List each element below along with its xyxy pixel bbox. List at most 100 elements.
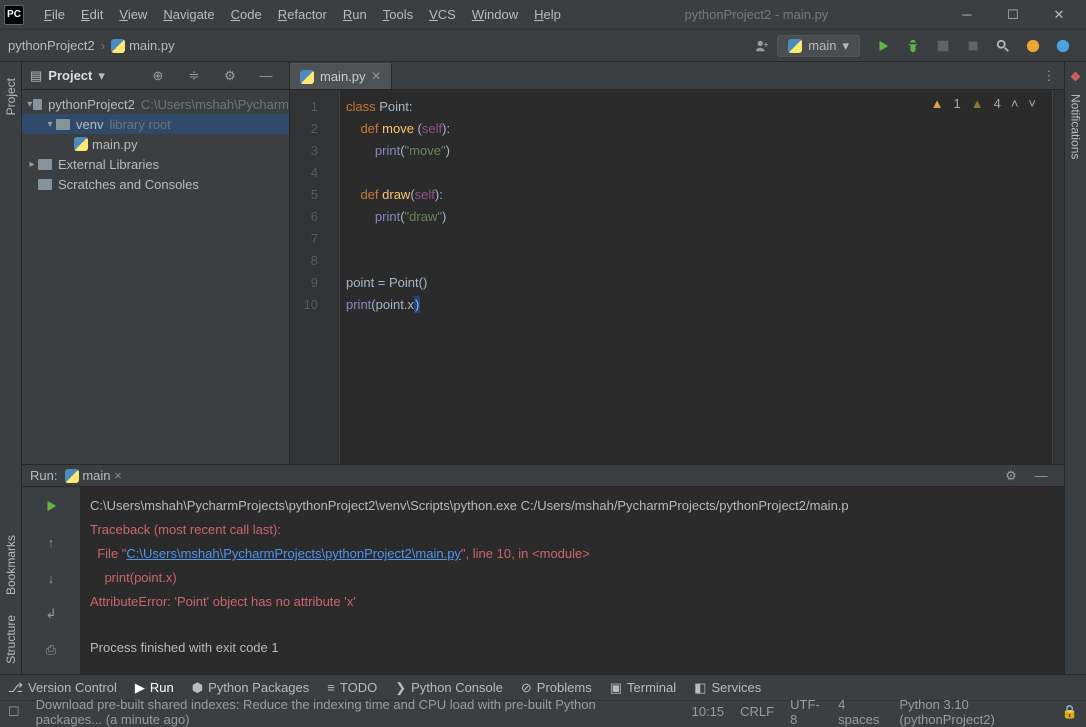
search-everywhere-button[interactable] <box>990 33 1016 59</box>
side-tab-notifications[interactable]: Notifications <box>1067 84 1085 169</box>
menu-window[interactable]: Window <box>464 7 526 22</box>
chevron-down-icon[interactable]: ▾ <box>98 68 105 84</box>
ide-update-button[interactable] <box>1020 33 1046 59</box>
menu-help[interactable]: Help <box>526 7 569 22</box>
tool-python-packages[interactable]: ⬢Python Packages <box>192 680 310 696</box>
exit-line: Process finished with exit code 1 <box>90 640 279 655</box>
breadcrumb-file[interactable]: main.py <box>129 38 175 53</box>
gear-icon[interactable]: ⚙ <box>217 63 243 89</box>
tool-services[interactable]: ◧Services <box>694 680 761 696</box>
editor-menu-icon[interactable]: ⋮ <box>1036 63 1062 89</box>
tree-scratches-and-consoles[interactable]: Scratches and Consoles <box>22 174 289 194</box>
todo-icon: ≡ <box>327 680 335 695</box>
close-tab-icon[interactable]: × <box>372 69 381 85</box>
coverage-button[interactable] <box>930 33 956 59</box>
workspace: Project Bookmarks Structure ▤ Project ▾ … <box>0 62 1086 674</box>
run-button[interactable] <box>870 33 896 59</box>
hide-icon[interactable]: — <box>253 63 279 89</box>
menu-code[interactable]: Code <box>223 7 270 22</box>
print-button[interactable]: ⎙ <box>38 637 64 663</box>
editor-body[interactable]: 12345678910 class Point: def move (self)… <box>290 90 1064 464</box>
lock-icon[interactable]: 🔒 <box>1062 704 1078 720</box>
window-title: pythonProject2 - main.py <box>569 7 944 22</box>
maximize-button[interactable]: ☐ <box>990 0 1036 30</box>
side-tab-project[interactable]: Project <box>2 68 20 125</box>
tool-python-console[interactable]: ❯Python Console <box>395 680 503 696</box>
indent-widget[interactable]: 4 spaces <box>838 697 883 727</box>
branch-icon: ⎇ <box>8 680 23 696</box>
close-button[interactable]: ✕ <box>1036 0 1082 30</box>
chevron-down-icon[interactable]: ˅ <box>1028 96 1036 111</box>
left-tool-strip: Project Bookmarks Structure <box>0 62 22 674</box>
error-stripe <box>1052 90 1064 464</box>
interpreter-widget[interactable]: Python 3.10 (pythonProject2) <box>899 697 1045 727</box>
file-encoding[interactable]: UTF-8 <box>790 697 822 727</box>
menu-edit[interactable]: Edit <box>73 7 111 22</box>
right-tool-strip: ◆ Notifications <box>1064 62 1086 674</box>
file-prefix: File " <box>90 546 126 561</box>
down-button[interactable]: ↓ <box>38 565 64 591</box>
run-settings-icon[interactable]: ⚙ <box>998 463 1024 489</box>
fold-gutter <box>326 90 340 464</box>
stop-run-button[interactable]: ↑ <box>38 529 64 555</box>
error-call: print(point.x) <box>90 570 177 585</box>
chevron-up-icon[interactable]: ˄ <box>1011 96 1019 111</box>
menu-vcs[interactable]: VCS <box>421 7 464 22</box>
menu-tools[interactable]: Tools <box>375 7 421 22</box>
tab-main-py[interactable]: main.py × <box>290 63 392 89</box>
play-icon: ▶ <box>135 680 145 696</box>
trash-button[interactable]: 🗑 <box>38 673 64 674</box>
tree-main-py[interactable]: main.py <box>22 134 289 154</box>
add-user-icon[interactable] <box>749 33 775 59</box>
warning-icon: ▲ <box>931 96 944 111</box>
project-tree[interactable]: ▾pythonProject2C:\Users\mshah\Pycharm▾ve… <box>22 90 289 198</box>
status-hint[interactable]: Download pre-built shared indexes: Reduc… <box>36 697 660 727</box>
rerun-button[interactable] <box>38 493 64 519</box>
side-tab-structure[interactable]: Structure <box>2 605 20 674</box>
soft-wrap-button[interactable]: ↲ <box>38 601 64 627</box>
run-config-selector[interactable]: main ▾ <box>777 35 860 57</box>
tab-label: main.py <box>320 69 366 84</box>
line-separator[interactable]: CRLF <box>740 704 774 719</box>
menu-view[interactable]: View <box>111 7 155 22</box>
run-toolbar: ↑ ↓ ↲ ⎙ 🗑 <box>22 487 80 674</box>
traceback-head: Traceback (most recent call last): <box>90 522 281 537</box>
tool-terminal[interactable]: ▣Terminal <box>610 680 676 696</box>
menu-refactor[interactable]: Refactor <box>270 7 335 22</box>
python-icon <box>65 469 79 483</box>
tree-external-libraries[interactable]: ▸External Libraries <box>22 154 289 174</box>
minimize-button[interactable]: ─ <box>944 0 990 30</box>
file-link[interactable]: C:\Users\mshah\PycharmProjects\pythonPro… <box>126 546 461 561</box>
chevron-down-icon: ▾ <box>842 38 849 54</box>
status-icon[interactable]: ☐ <box>8 704 20 720</box>
tree-pythonproject2[interactable]: ▾pythonProject2C:\Users\mshah\Pycharm <box>22 94 289 114</box>
run-output[interactable]: C:\Users\mshah\PycharmProjects\pythonPro… <box>80 487 1064 674</box>
tool-run[interactable]: ▶Run <box>135 680 174 696</box>
tree-venv[interactable]: ▾venvlibrary root <box>22 114 289 134</box>
tool-version-control[interactable]: ⎇Version Control <box>8 680 117 696</box>
debug-button[interactable] <box>900 33 926 59</box>
breadcrumb-project[interactable]: pythonProject2 <box>8 38 95 53</box>
run-tab-name[interactable]: main <box>82 468 110 483</box>
tool-todo[interactable]: ≡TODO <box>327 680 377 695</box>
stop-button[interactable] <box>960 33 986 59</box>
avatar-button[interactable] <box>1050 33 1076 59</box>
nav-bar: pythonProject2 › main.py main ▾ <box>0 30 1086 62</box>
cursor-position[interactable]: 10:15 <box>692 704 725 719</box>
menu-navigate[interactable]: Navigate <box>155 7 222 22</box>
warning-count: 1 <box>953 96 960 111</box>
locate-file-icon[interactable]: ⊕ <box>145 63 171 89</box>
pycharm-logo-icon: PC <box>4 5 24 25</box>
problems-icon: ⊘ <box>521 680 532 696</box>
run-label: Run: <box>30 468 57 483</box>
close-run-tab-icon[interactable]: × <box>114 468 122 483</box>
menu-run[interactable]: Run <box>335 7 375 22</box>
tool-problems[interactable]: ⊘Problems <box>521 680 592 696</box>
menu-file[interactable]: File <box>36 7 73 22</box>
side-tab-bookmarks[interactable]: Bookmarks <box>2 525 20 605</box>
expand-all-icon[interactable]: ≑ <box>181 63 207 89</box>
hide-run-icon[interactable]: — <box>1028 463 1054 489</box>
code-area[interactable]: class Point: def move (self): print("mov… <box>340 90 1052 464</box>
inspections-widget[interactable]: ▲1 ▲4 ˄ ˅ <box>931 96 1036 111</box>
notifications-indicator-icon[interactable]: ◆ <box>1071 68 1081 84</box>
